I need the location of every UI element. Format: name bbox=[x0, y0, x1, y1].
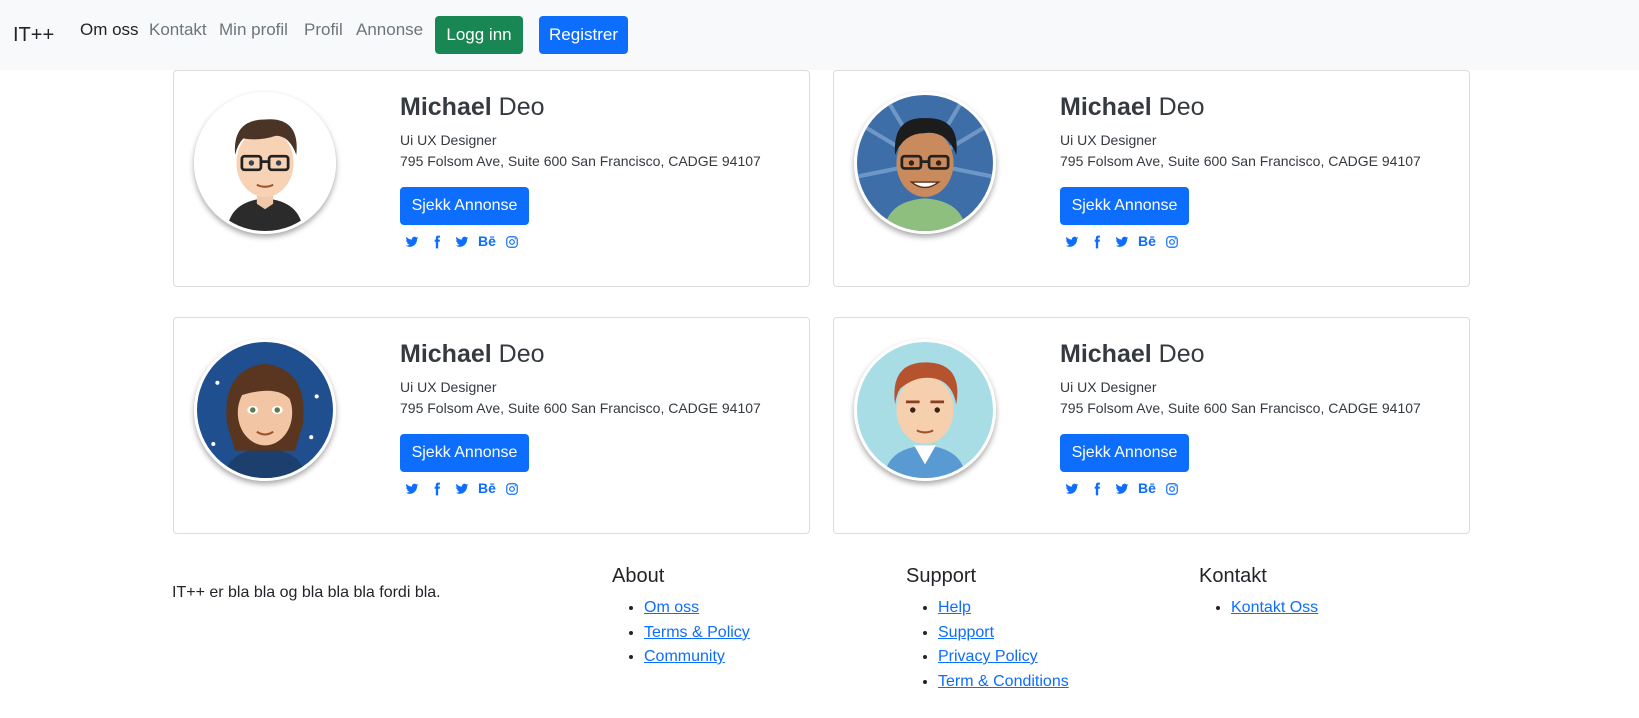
facebook-icon[interactable] bbox=[1085, 233, 1109, 249]
twitter-icon[interactable] bbox=[1060, 480, 1084, 496]
behance-icon[interactable]: Bē bbox=[475, 233, 499, 249]
twitter-icon[interactable] bbox=[400, 480, 424, 496]
brand-logo[interactable]: IT++ bbox=[13, 24, 54, 47]
login-button[interactable]: Logg inn bbox=[435, 16, 523, 54]
profile-card: Michael Deo Ui UX Designer 795 Folsom Av… bbox=[173, 70, 810, 287]
avatar bbox=[194, 92, 336, 234]
profile-name: Michael Deo bbox=[400, 340, 545, 368]
twitter-icon[interactable] bbox=[1060, 233, 1084, 249]
profile-role: Ui UX Designer bbox=[400, 379, 497, 395]
instagram-icon[interactable] bbox=[500, 480, 524, 496]
profile-name: Michael Deo bbox=[1060, 340, 1205, 368]
footer-link-term-conditions[interactable]: Term & Conditions bbox=[938, 673, 1069, 690]
twitter-icon[interactable] bbox=[400, 233, 424, 249]
nav-link-om-oss[interactable]: Om oss bbox=[80, 20, 139, 40]
instagram-icon[interactable] bbox=[1160, 233, 1184, 249]
profile-address: 795 Folsom Ave, Suite 600 San Francisco,… bbox=[400, 400, 761, 416]
behance-icon[interactable]: Bē bbox=[475, 480, 499, 496]
avatar bbox=[854, 92, 996, 234]
facebook-icon[interactable] bbox=[1085, 480, 1109, 496]
twitter-icon[interactable] bbox=[1110, 233, 1134, 249]
footer-link-help[interactable]: Help bbox=[938, 599, 971, 616]
footer-support-title: Support bbox=[906, 565, 977, 587]
facebook-icon[interactable] bbox=[425, 480, 449, 496]
footer-link-om-oss[interactable]: Om oss bbox=[644, 599, 699, 616]
footer-support-column: Support Help Support Privacy Policy Term… bbox=[906, 565, 1069, 694]
social-links: Bē bbox=[1060, 480, 1185, 496]
profile-role: Ui UX Designer bbox=[1060, 132, 1157, 148]
social-links: Bē bbox=[1060, 233, 1185, 249]
footer-about-column: About Om oss Terms & Policy Community bbox=[612, 565, 750, 670]
register-button[interactable]: Registrer bbox=[539, 16, 628, 54]
behance-icon[interactable]: Bē bbox=[1135, 233, 1159, 249]
profile-role: Ui UX Designer bbox=[400, 132, 497, 148]
navbar: IT++ Om oss Kontakt Min profil Profil An… bbox=[0, 0, 1639, 70]
twitter-icon[interactable] bbox=[450, 480, 474, 496]
footer-link-community[interactable]: Community bbox=[644, 648, 725, 665]
check-ad-button[interactable]: Sjekk Annonse bbox=[1060, 434, 1189, 472]
footer-link-terms-policy[interactable]: Terms & Policy bbox=[644, 624, 750, 641]
nav-link-min-profil[interactable]: Min profil bbox=[219, 20, 288, 40]
profile-address: 795 Folsom Ave, Suite 600 San Francisco,… bbox=[400, 153, 761, 169]
profile-card: Michael Deo Ui UX Designer 795 Folsom Av… bbox=[833, 70, 1470, 287]
avatar bbox=[194, 339, 336, 481]
check-ad-button[interactable]: Sjekk Annonse bbox=[400, 187, 529, 225]
social-links: Bē bbox=[400, 480, 525, 496]
profile-card: Michael Deo Ui UX Designer 795 Folsom Av… bbox=[173, 317, 810, 534]
footer-about-text: IT++ er bla bla og bla bla bla fordi bla… bbox=[172, 584, 441, 601]
facebook-icon[interactable] bbox=[425, 233, 449, 249]
social-links: Bē bbox=[400, 233, 525, 249]
footer-link-privacy-policy[interactable]: Privacy Policy bbox=[938, 648, 1038, 665]
profile-address: 795 Folsom Ave, Suite 600 San Francisco,… bbox=[1060, 400, 1421, 416]
footer-contact-column: Kontakt Kontakt Oss bbox=[1199, 565, 1318, 621]
twitter-icon[interactable] bbox=[450, 233, 474, 249]
profile-role: Ui UX Designer bbox=[1060, 379, 1157, 395]
instagram-icon[interactable] bbox=[500, 233, 524, 249]
check-ad-button[interactable]: Sjekk Annonse bbox=[400, 434, 529, 472]
behance-icon[interactable]: Bē bbox=[1135, 480, 1159, 496]
nav-link-kontakt[interactable]: Kontakt bbox=[149, 20, 207, 40]
footer-link-support[interactable]: Support bbox=[938, 624, 994, 641]
footer-link-kontakt-oss[interactable]: Kontakt Oss bbox=[1231, 599, 1318, 616]
instagram-icon[interactable] bbox=[1160, 480, 1184, 496]
profile-name: Michael Deo bbox=[400, 93, 545, 121]
profile-card: Michael Deo Ui UX Designer 795 Folsom Av… bbox=[833, 317, 1470, 534]
nav-link-profil[interactable]: Profil bbox=[304, 20, 343, 40]
check-ad-button[interactable]: Sjekk Annonse bbox=[1060, 187, 1189, 225]
avatar bbox=[854, 339, 996, 481]
footer-about-title: About bbox=[612, 565, 665, 587]
nav-link-annonse[interactable]: Annonse bbox=[356, 20, 423, 40]
profile-name: Michael Deo bbox=[1060, 93, 1205, 121]
profile-address: 795 Folsom Ave, Suite 600 San Francisco,… bbox=[1060, 153, 1421, 169]
footer-contact-title: Kontakt bbox=[1199, 565, 1267, 587]
twitter-icon[interactable] bbox=[1110, 480, 1134, 496]
